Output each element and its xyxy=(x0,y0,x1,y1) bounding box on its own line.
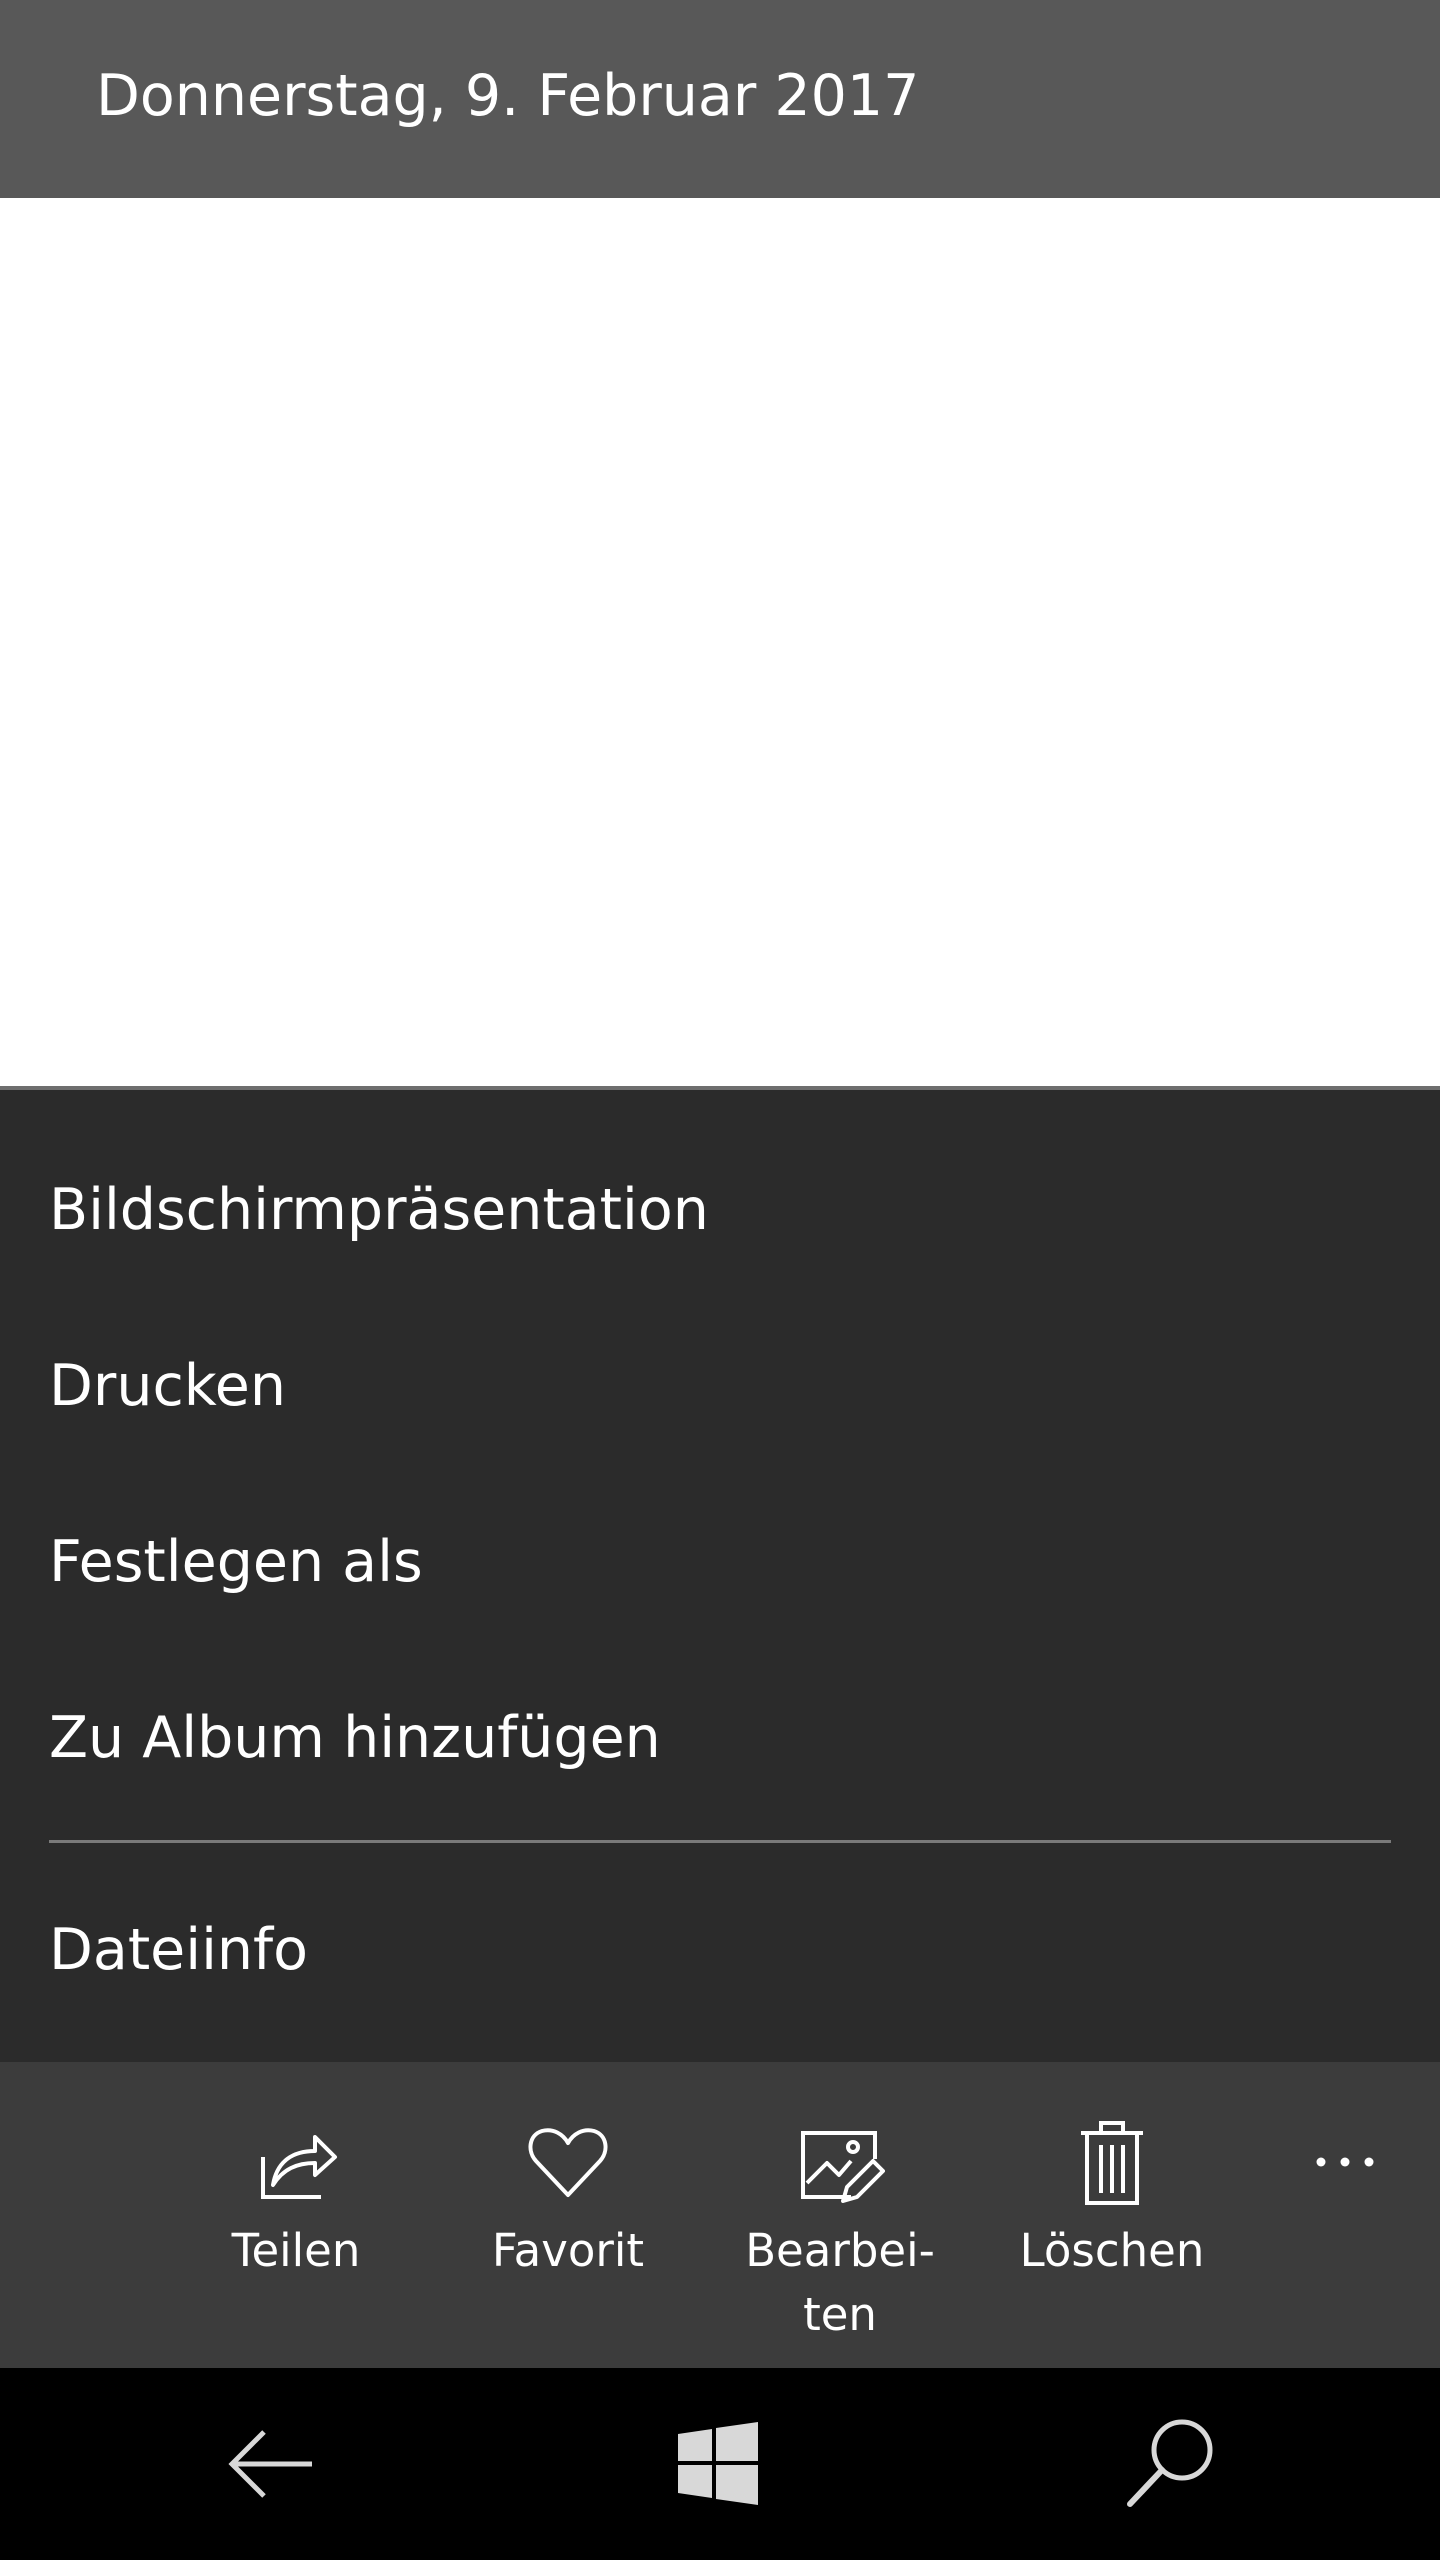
share-button[interactable]: Teilen xyxy=(176,2117,416,2357)
menu-item-file-info[interactable]: Dateiinfo xyxy=(0,1862,1440,2038)
delete-button[interactable]: Löschen xyxy=(992,2117,1232,2357)
more-button[interactable] xyxy=(1290,2110,1400,2210)
menu-item-label: Drucken xyxy=(49,1353,286,1419)
photo-view[interactable] xyxy=(0,198,1440,1086)
delete-label: Löschen xyxy=(1019,2224,1205,2277)
context-menu: Bildschirmpräsentation Drucken Festlegen… xyxy=(0,1086,1440,2062)
search-icon xyxy=(1127,2419,1213,2507)
share-label: Teilen xyxy=(231,2224,361,2277)
trash-icon xyxy=(1081,2121,1143,2205)
back-arrow-icon xyxy=(228,2430,312,2498)
page-title: Donnerstag, 9. Februar 2017 xyxy=(96,63,920,129)
heart-icon xyxy=(528,2128,608,2197)
menu-item-label: Zu Album hinzufügen xyxy=(49,1705,661,1771)
menu-item-label: Bildschirmpräsentation xyxy=(49,1177,709,1243)
menu-item-slideshow[interactable]: Bildschirmpräsentation xyxy=(0,1122,1440,1298)
menu-item-label: Dateiinfo xyxy=(49,1917,308,1983)
app-bar: Teilen Favorit Bearbei- ten Löschen xyxy=(0,2062,1440,2368)
menu-item-print[interactable]: Drucken xyxy=(0,1298,1440,1474)
edit-label: Bearbei- ten xyxy=(745,2224,935,2341)
navigation-bar xyxy=(0,2368,1440,2560)
share-icon xyxy=(261,2135,337,2199)
header-bar: Donnerstag, 9. Februar 2017 xyxy=(0,0,1440,198)
menu-item-set-as[interactable]: Festlegen als xyxy=(0,1474,1440,1650)
favorite-button[interactable]: Favorit xyxy=(448,2117,688,2357)
menu-item-add-to-album[interactable]: Zu Album hinzufügen xyxy=(0,1650,1440,1826)
search-button[interactable] xyxy=(1110,2404,1230,2524)
edit-image-icon xyxy=(801,2131,885,2203)
windows-icon xyxy=(678,2422,758,2505)
edit-button[interactable]: Bearbei- ten xyxy=(720,2117,960,2357)
back-button[interactable] xyxy=(212,2404,332,2524)
favorite-label: Favorit xyxy=(491,2224,645,2277)
menu-item-label: Festlegen als xyxy=(49,1529,423,1595)
start-button[interactable] xyxy=(658,2404,778,2524)
more-icon xyxy=(1316,2157,1374,2167)
menu-divider xyxy=(49,1840,1391,1843)
